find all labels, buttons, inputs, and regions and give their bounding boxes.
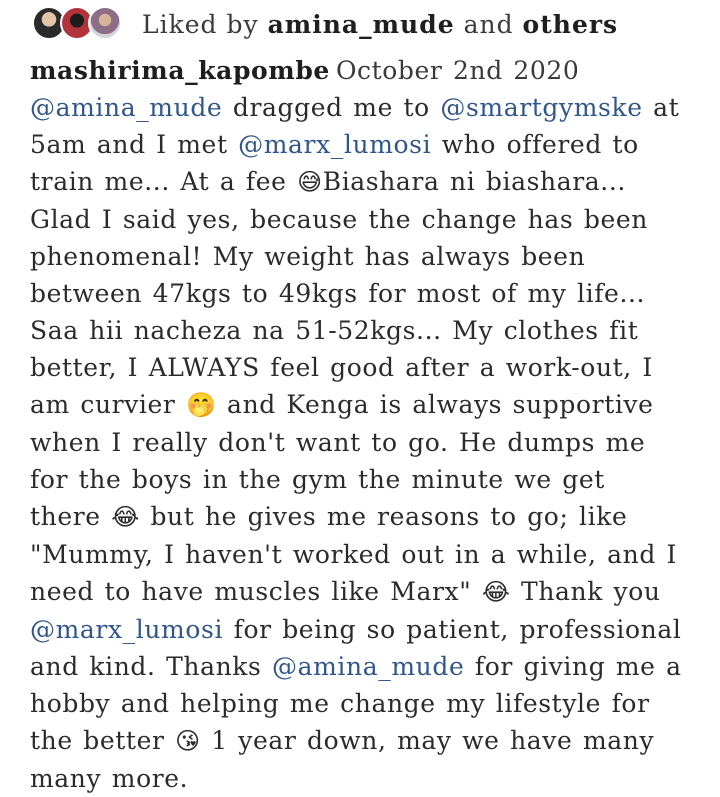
emoji-icon: 😂 — [481, 578, 511, 606]
likes-joiner: and — [463, 9, 514, 39]
liker-username[interactable]: amina_mude — [268, 10, 455, 39]
avatar[interactable] — [88, 6, 122, 40]
caption-body: @amina_mude dragged me to @smartgymske a… — [30, 93, 682, 793]
likes-others-link[interactable]: others — [523, 10, 619, 39]
likes-prefix: Liked by — [142, 9, 259, 39]
mention-link[interactable]: @amina_mude — [272, 652, 464, 681]
mention-link[interactable]: @marx_lumosi — [30, 615, 223, 644]
post-date: October 2nd 2020 — [335, 56, 580, 85]
caption-text: Biashara ni biashara... Glad I said yes,… — [30, 167, 653, 419]
post-author-username[interactable]: mashirima_kapombe — [30, 56, 330, 85]
caption-text: dragged me to — [222, 93, 441, 122]
liker-avatars[interactable] — [32, 4, 132, 44]
post-card: Liked by amina_mude and others mashirima… — [0, 0, 720, 793]
emoji-icon: 😅 — [297, 168, 323, 196]
caption-text: Thank you — [510, 577, 661, 606]
emoji-icon: 🤭 — [186, 391, 217, 419]
likes-row: Liked by amina_mude and others — [32, 0, 686, 48]
mention-link[interactable]: @smartgymske — [440, 93, 642, 122]
emoji-icon: 😘 — [175, 727, 201, 755]
post-caption: mashirima_kapombe October 2nd 2020 @amina… — [30, 52, 686, 797]
emoji-icon: 😂 — [111, 503, 140, 531]
mention-link[interactable]: @amina_mude — [30, 93, 222, 122]
mention-link[interactable]: @marx_lumosi — [238, 130, 431, 159]
likes-summary[interactable]: Liked by amina_mude and others — [142, 10, 618, 39]
